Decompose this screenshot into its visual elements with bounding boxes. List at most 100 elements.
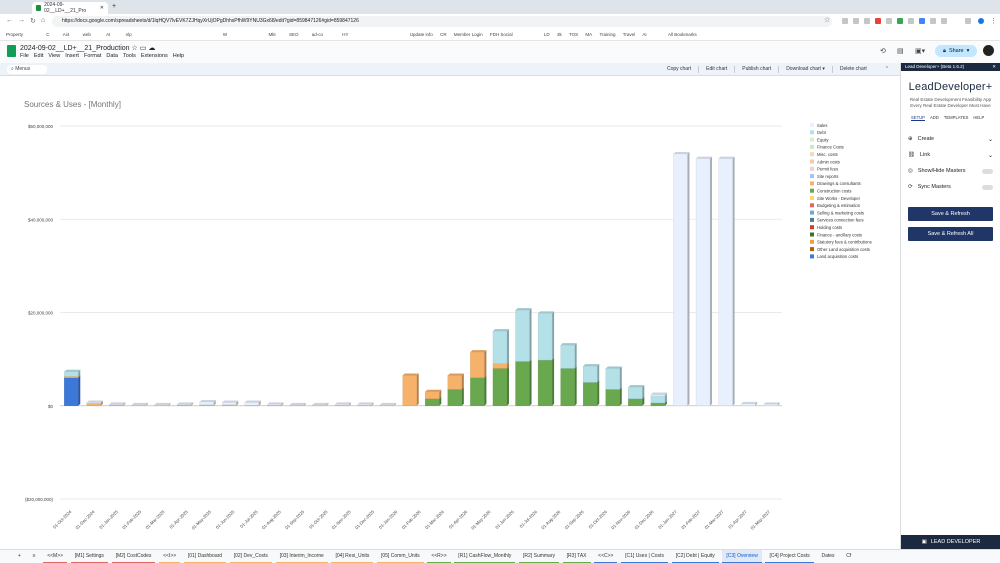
bookmark-item[interactable]: C [46,32,49,37]
new-tab-icon[interactable]: + [112,3,116,10]
sheet-tab[interactable]: Cf [842,550,855,563]
sheet-tab[interactable]: [03] Interim_Income [275,550,328,563]
sheet-tab[interactable]: [R1] CashFlow_Monthly [454,550,516,563]
close-icon[interactable]: ✕ [992,64,996,70]
tab-add[interactable]: ADD [930,115,939,121]
chart-canvas[interactable]: $60,000,000 $40,000,000 $20,000,000 $0 ($20,… [0,76,900,549]
close-tab-icon[interactable]: ✕ [100,5,104,11]
menu-file[interactable]: File [20,53,29,59]
sheet-tab[interactable]: <<M>> [43,550,68,563]
copy-chart-button[interactable]: Copy chart [664,66,694,73]
bookmark-item[interactable]: HY [342,32,348,37]
sheet-tab[interactable]: <<C>> [594,550,618,563]
history-icon[interactable]: ⟲ [880,47,886,55]
bookmark-item[interactable]: Property [6,32,23,37]
create-row[interactable]: ⊕ Create ⌄ [908,131,993,147]
show-hide-toggle[interactable] [982,168,993,174]
sheet-tab[interactable]: [R3] TAX [562,550,591,563]
star-icon[interactable]: ☆ [132,45,138,52]
link-row[interactable]: ⛓ Link ⌄ [908,147,993,163]
extension-icon[interactable] [842,18,848,24]
add-sheet-icon[interactable]: + [14,550,25,563]
sheet-tab[interactable]: [01] Dashboard [183,550,227,563]
back-icon[interactable]: ← [6,17,13,24]
bookmark-item[interactable]: TOS [569,32,578,37]
chevron-down-icon[interactable]: ▾ [967,48,970,54]
tab-help[interactable]: HELP [973,115,984,121]
bookmark-item[interactable]: Mkt [268,32,275,37]
save-refresh-button[interactable]: Save & Refresh [908,207,993,221]
tab-setup[interactable]: SETUP [911,115,925,121]
bookmark-item[interactable]: CR [440,32,447,37]
extension-icon[interactable] [875,18,881,24]
sheet-tab[interactable]: [C2] Debt | Equity [671,550,719,563]
bookmark-item[interactable]: Member Login [454,32,483,37]
extension-icon[interactable] [897,18,903,24]
bookmark-item[interactable]: Update info [410,32,433,37]
extension-icon[interactable] [864,18,870,24]
save-refresh-all-button[interactable]: Save & Refresh All [908,227,993,241]
download-icon[interactable] [965,18,971,24]
chart-area[interactable]: Sources & Uses - [Monthly] $60,000,000 $4… [0,76,900,549]
doc-title[interactable]: 2024-09-02__LD+__21_Production ☆ ▭ ☁ [20,44,155,52]
sheet-tab-active[interactable]: [C3] Overview [722,550,762,563]
extension-icon[interactable] [908,18,914,24]
bookmark-item[interactable]: nlp [126,32,132,37]
menu-edit[interactable]: Edit [34,53,43,59]
download-chart-button[interactable]: Download chart ▾ [783,66,828,73]
sheet-tab[interactable]: [C4] Project Costs [765,550,814,563]
bookmark-item[interactable]: Ai4 [63,32,70,37]
all-bookmarks[interactable]: All Bookmarks [668,32,697,37]
extension-icon[interactable] [853,18,859,24]
menu-tools[interactable]: Tools [123,53,136,59]
move-icon[interactable]: ▭ [140,45,147,52]
bookmark-item[interactable]: 3k [557,32,562,37]
sheet-tab[interactable]: [M1] Settings [70,550,108,563]
sheet-tab[interactable]: [02] Dev_Costs [229,550,272,563]
chevron-down-icon[interactable]: ⌄ [988,136,993,143]
meet-icon[interactable]: ▣▾ [915,47,925,55]
sheet-tab[interactable]: <<I>> [159,550,181,563]
sheet-tab[interactable]: Dates [817,550,838,563]
doc-title-text[interactable]: 2024-09-02__LD+__21_Production [20,45,130,52]
bookmark-item[interactable]: W [223,32,227,37]
collapse-toolbar-icon[interactable]: ⌃ [882,66,892,73]
menus-search[interactable]: ⌕ Menus [7,65,47,74]
tab-templates[interactable]: TEMPLATES [944,115,969,121]
bookmark-item[interactable]: web [83,32,91,37]
delete-chart-button[interactable]: Delete chart [837,66,870,73]
sheet-tab[interactable]: <<R>> [427,550,451,563]
extension-icon[interactable] [919,18,925,24]
bookmark-item[interactable]: Travel [623,32,635,37]
url-bar[interactable]: https://docs.google.com/spreadsheets/d/1… [52,16,832,27]
edit-chart-button[interactable]: Edit chart [703,66,730,73]
chevron-down-icon[interactable]: ⌄ [988,152,993,159]
bookmark-item[interactable]: Training [599,32,615,37]
sheet-tab[interactable]: [R2] Summary [519,550,559,563]
menu-insert[interactable]: Insert [65,53,79,59]
bookmark-item[interactable]: AI [106,32,110,37]
bookmark-item[interactable]: LD [544,32,550,37]
menu-extensions[interactable]: Extensions [141,53,168,59]
sheet-tab[interactable]: [M2] CostCodes [111,550,156,563]
extension-icon[interactable] [941,18,947,24]
bookmark-item[interactable]: SEO [289,32,299,37]
bookmark-item[interactable]: AI [642,32,646,37]
bookmark-star-icon[interactable]: ☆ [824,16,830,24]
home-icon[interactable]: ⌂ [41,17,45,24]
menu-data[interactable]: Data [106,53,118,59]
menu-view[interactable]: View [48,53,60,59]
extension-icon[interactable] [886,18,892,24]
forward-icon[interactable]: → [18,17,25,24]
avatar[interactable] [983,45,994,56]
sync-toggle[interactable] [982,184,993,190]
extension-icon[interactable] [930,18,936,24]
sheet-tab[interactable]: [04] Resi_Units [331,550,374,563]
bookmark-item[interactable]: FDH Social [490,32,513,37]
share-button[interactable]: 🔒︎ Share ▾ [935,45,977,57]
sheet-tab[interactable]: [C1] Uses | Costs [621,550,668,563]
sheet-tab[interactable]: [05] Comm_Units [377,550,424,563]
publish-chart-button[interactable]: Publish chart [739,66,774,73]
menu-format[interactable]: Format [84,53,101,59]
all-sheets-icon[interactable]: ≡ [29,550,40,563]
